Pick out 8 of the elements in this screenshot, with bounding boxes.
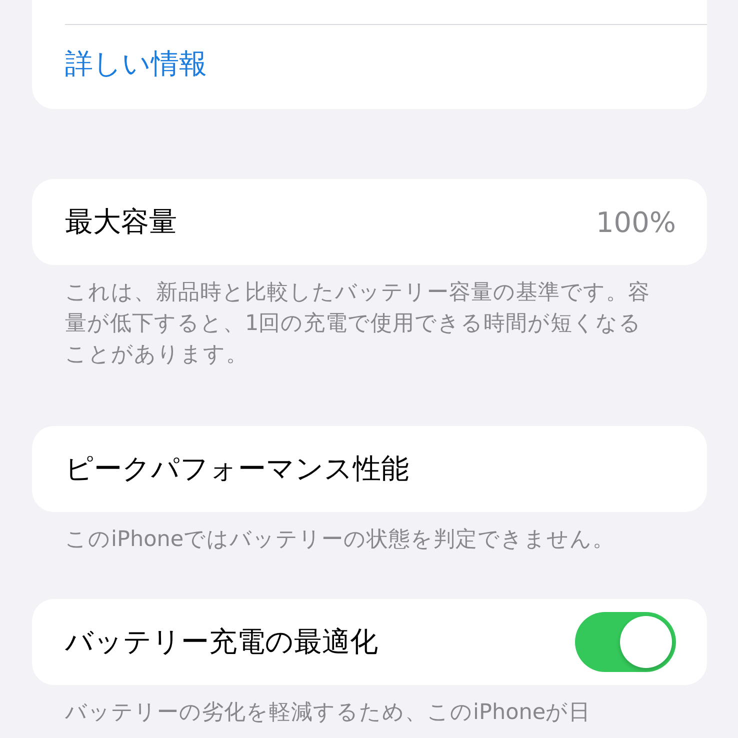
footer-note: バッテリーの劣化を軽減するため、このiPhoneが日 xyxy=(65,699,592,727)
row-value: 100% xyxy=(596,206,676,238)
footer-note: このiPhoneではバッテリーの状態を判定できません。 xyxy=(65,526,616,554)
row-label: バッテリー充電の最適化 xyxy=(65,624,378,660)
more-info-link[interactable]: 詳しい情報 xyxy=(65,41,207,87)
row-label: ピークパフォーマンス性能 xyxy=(65,451,409,487)
row-label: 最大容量 xyxy=(65,204,177,240)
footer-note: これは、新品時と比較したバッテリー容量の基準です。容量が低下すると、1回の充電で使用できる時間が短くなることがあります。 xyxy=(65,279,651,369)
